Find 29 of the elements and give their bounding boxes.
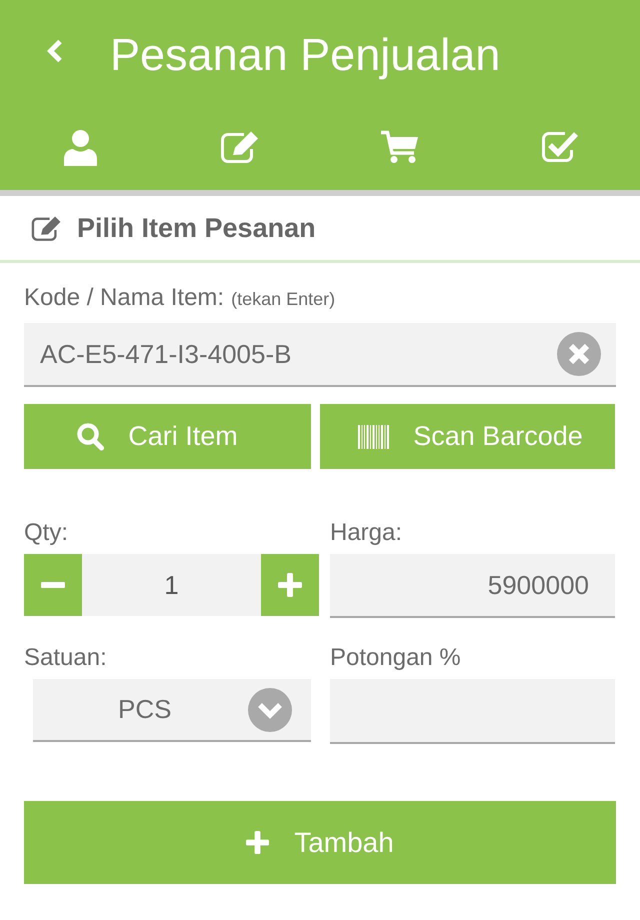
search-icon	[77, 422, 104, 450]
unit-select[interactable]: PCS	[33, 679, 311, 742]
field-label: Qty:	[24, 518, 70, 548]
edit-icon	[31, 214, 62, 242]
field-label: Satuan:	[24, 643, 108, 673]
back-button[interactable]	[46, 39, 64, 63]
quantity-field[interactable]: 1	[82, 554, 261, 616]
chevron-left-icon	[46, 39, 64, 63]
barcode-icon	[358, 424, 390, 448]
field-label: Potongan %	[330, 643, 462, 673]
checkbox-icon[interactable]	[541, 130, 579, 163]
clear-icon[interactable]	[557, 332, 601, 376]
plus-icon	[278, 573, 302, 597]
field-label: Kode / Nama Item:	[24, 284, 224, 312]
edit-icon[interactable]	[220, 130, 260, 164]
minus-button[interactable]	[24, 554, 82, 616]
cart-icon[interactable]	[381, 130, 419, 164]
item-code-field[interactable]: AC-E5-471-I3-4005-B	[24, 323, 616, 387]
plus-icon	[246, 831, 270, 854]
page-title: Pesanan Penjualan	[110, 28, 500, 82]
price-field[interactable]: 5900000	[330, 554, 615, 618]
plus-button[interactable]	[261, 554, 319, 616]
hint-text: (tekan Enter)	[231, 289, 336, 310]
field-label: Harga:	[330, 518, 404, 548]
chevron-down-icon[interactable]	[248, 688, 292, 732]
minus-icon	[41, 582, 65, 588]
user-icon[interactable]	[64, 130, 96, 166]
section-title: Pilih Item Pesanan	[77, 212, 316, 244]
discount-field[interactable]	[330, 679, 615, 744]
